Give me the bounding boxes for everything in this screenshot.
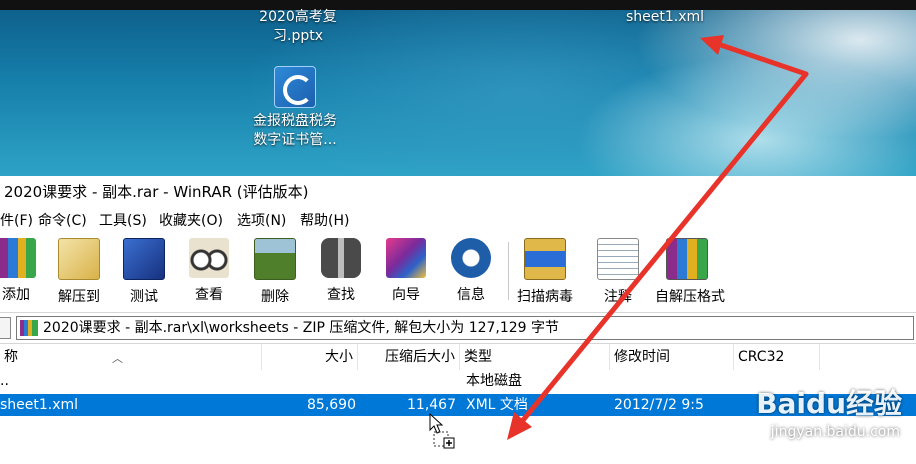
- toolbar-label: 自解压格式: [655, 289, 725, 305]
- info-button[interactable]: 信息: [439, 238, 503, 306]
- virus-scan-icon: [524, 238, 566, 280]
- desktop-icon-label: 数字证书管...: [253, 132, 337, 148]
- extract-to-icon: [58, 238, 100, 280]
- menu-tools[interactable]: 工具(S): [99, 208, 147, 234]
- screen-top-edge: [0, 0, 916, 10]
- watermark-url: jingyan.baidu.com: [770, 424, 900, 440]
- file-type: XML 文档: [466, 397, 528, 413]
- menu-commands[interactable]: 命令(C): [38, 208, 87, 234]
- toolbar-label: 扫描病毒: [517, 289, 573, 305]
- file-type: 本地磁盘: [466, 373, 522, 389]
- menu-file[interactable]: 件(F): [0, 208, 33, 234]
- desktop-icon-label: 习.pptx: [273, 28, 323, 44]
- toolbar-label: 测试: [130, 289, 158, 305]
- virus-scan-button[interactable]: 扫描病毒: [513, 238, 577, 306]
- column-header-label: 类型: [464, 349, 492, 365]
- path-field[interactable]: 2020课要求 - 副本.rar\xl\worksheets - ZIP 压缩文…: [16, 316, 914, 340]
- archive-icon: [20, 320, 38, 336]
- delete-button[interactable]: 删除: [243, 238, 307, 306]
- comment-icon: [597, 238, 639, 280]
- view-button[interactable]: 查看: [177, 238, 241, 306]
- column-header-size[interactable]: 大小: [262, 344, 358, 370]
- menu-favorites[interactable]: 收藏夹(O): [159, 208, 223, 234]
- toolbar-label: 向导: [392, 287, 420, 303]
- toolbar-separator: [508, 242, 509, 300]
- path-bar: 2020课要求 - 副本.rar\xl\worksheets - ZIP 压缩文…: [0, 312, 916, 344]
- desktop-icon-cert-app[interactable]: 金报税盘税务 数字证书管...: [240, 66, 350, 150]
- menu-help[interactable]: 帮助(H): [300, 208, 349, 234]
- file-modified: 2012/7/2 9:5: [614, 397, 704, 413]
- title-bar[interactable]: 2020课要求 - 副本.rar - WinRAR (评估版本): [0, 176, 916, 208]
- menu-options[interactable]: 选项(N): [237, 208, 286, 234]
- find-button[interactable]: 查找: [309, 238, 373, 306]
- column-header-label: 压缩后大小: [385, 349, 455, 365]
- toolbar-label: 解压到: [58, 289, 100, 305]
- window-title: 2020课要求 - 副本.rar - WinRAR (评估版本): [4, 183, 309, 201]
- toolbar-label: 信息: [457, 287, 485, 303]
- sfx-icon: [666, 238, 708, 280]
- sort-ascending-icon: ︿: [112, 352, 123, 365]
- delete-icon: [254, 238, 296, 280]
- column-header-label: 称: [4, 349, 18, 365]
- toolbar-label: 删除: [261, 289, 289, 305]
- sfx-button[interactable]: 自解压格式: [655, 238, 725, 306]
- toolbar-label: 查找: [327, 287, 355, 303]
- certificate-app-icon: [274, 66, 316, 108]
- column-header-label: 大小: [325, 349, 353, 365]
- add-icon: [0, 238, 36, 278]
- column-header-crc[interactable]: CRC32: [734, 344, 820, 370]
- view-icon: [189, 238, 229, 278]
- test-icon: [123, 238, 165, 280]
- desktop-wallpaper: 2020高考复 习.pptx 金报税盘税务 数字证书管... sheet1.xm…: [0, 0, 916, 176]
- wizard-button[interactable]: 向导: [374, 238, 438, 306]
- find-icon: [321, 238, 361, 278]
- column-header-name[interactable]: 称 ︿: [0, 344, 262, 370]
- file-size: 85,690: [307, 397, 356, 413]
- menu-bar: 件(F) 命令(C) 工具(S) 收藏夹(O) 选项(N) 帮助(H): [0, 208, 916, 234]
- column-header-modified[interactable]: 修改时间: [610, 344, 734, 370]
- desktop-icon-label: sheet1.xml: [625, 9, 705, 25]
- column-header-type[interactable]: 类型: [460, 344, 610, 370]
- up-folder-button[interactable]: [0, 317, 11, 339]
- desktop-icon-label: 金报税盘税务: [253, 113, 337, 129]
- watermark-brand: Baidu经验: [756, 387, 902, 420]
- desktop-icon-pptx[interactable]: 2020高考复 习.pptx: [243, 8, 353, 46]
- desktop-icon-xml[interactable]: sheet1.xml: [610, 8, 720, 27]
- comment-button[interactable]: 注释: [586, 238, 650, 306]
- file-name: sheet1.xml: [0, 397, 79, 413]
- file-name: ..: [0, 373, 9, 389]
- path-text: 2020课要求 - 副本.rar\xl\worksheets - ZIP 压缩文…: [43, 320, 560, 336]
- toolbar: 添加 解压到 测试 查看 删除 查找 向导 信息 扫描病毒 注释 自解压格式: [0, 234, 916, 310]
- extract-to-button[interactable]: 解压到: [47, 238, 111, 306]
- toolbar-label: 查看: [195, 287, 223, 303]
- add-button[interactable]: 添加: [0, 238, 48, 306]
- toolbar-label: 添加: [2, 287, 30, 303]
- desktop-icon-label: 2020高考复: [259, 9, 337, 25]
- column-header-label: 修改时间: [614, 349, 670, 365]
- column-header-packed[interactable]: 压缩后大小: [358, 344, 460, 370]
- drag-copy-cursor-icon: [429, 412, 455, 449]
- toolbar-label: 注释: [604, 289, 632, 305]
- info-icon: [451, 238, 491, 278]
- wizard-icon: [386, 238, 426, 278]
- column-header-label: CRC32: [738, 349, 785, 365]
- test-button[interactable]: 测试: [112, 238, 176, 306]
